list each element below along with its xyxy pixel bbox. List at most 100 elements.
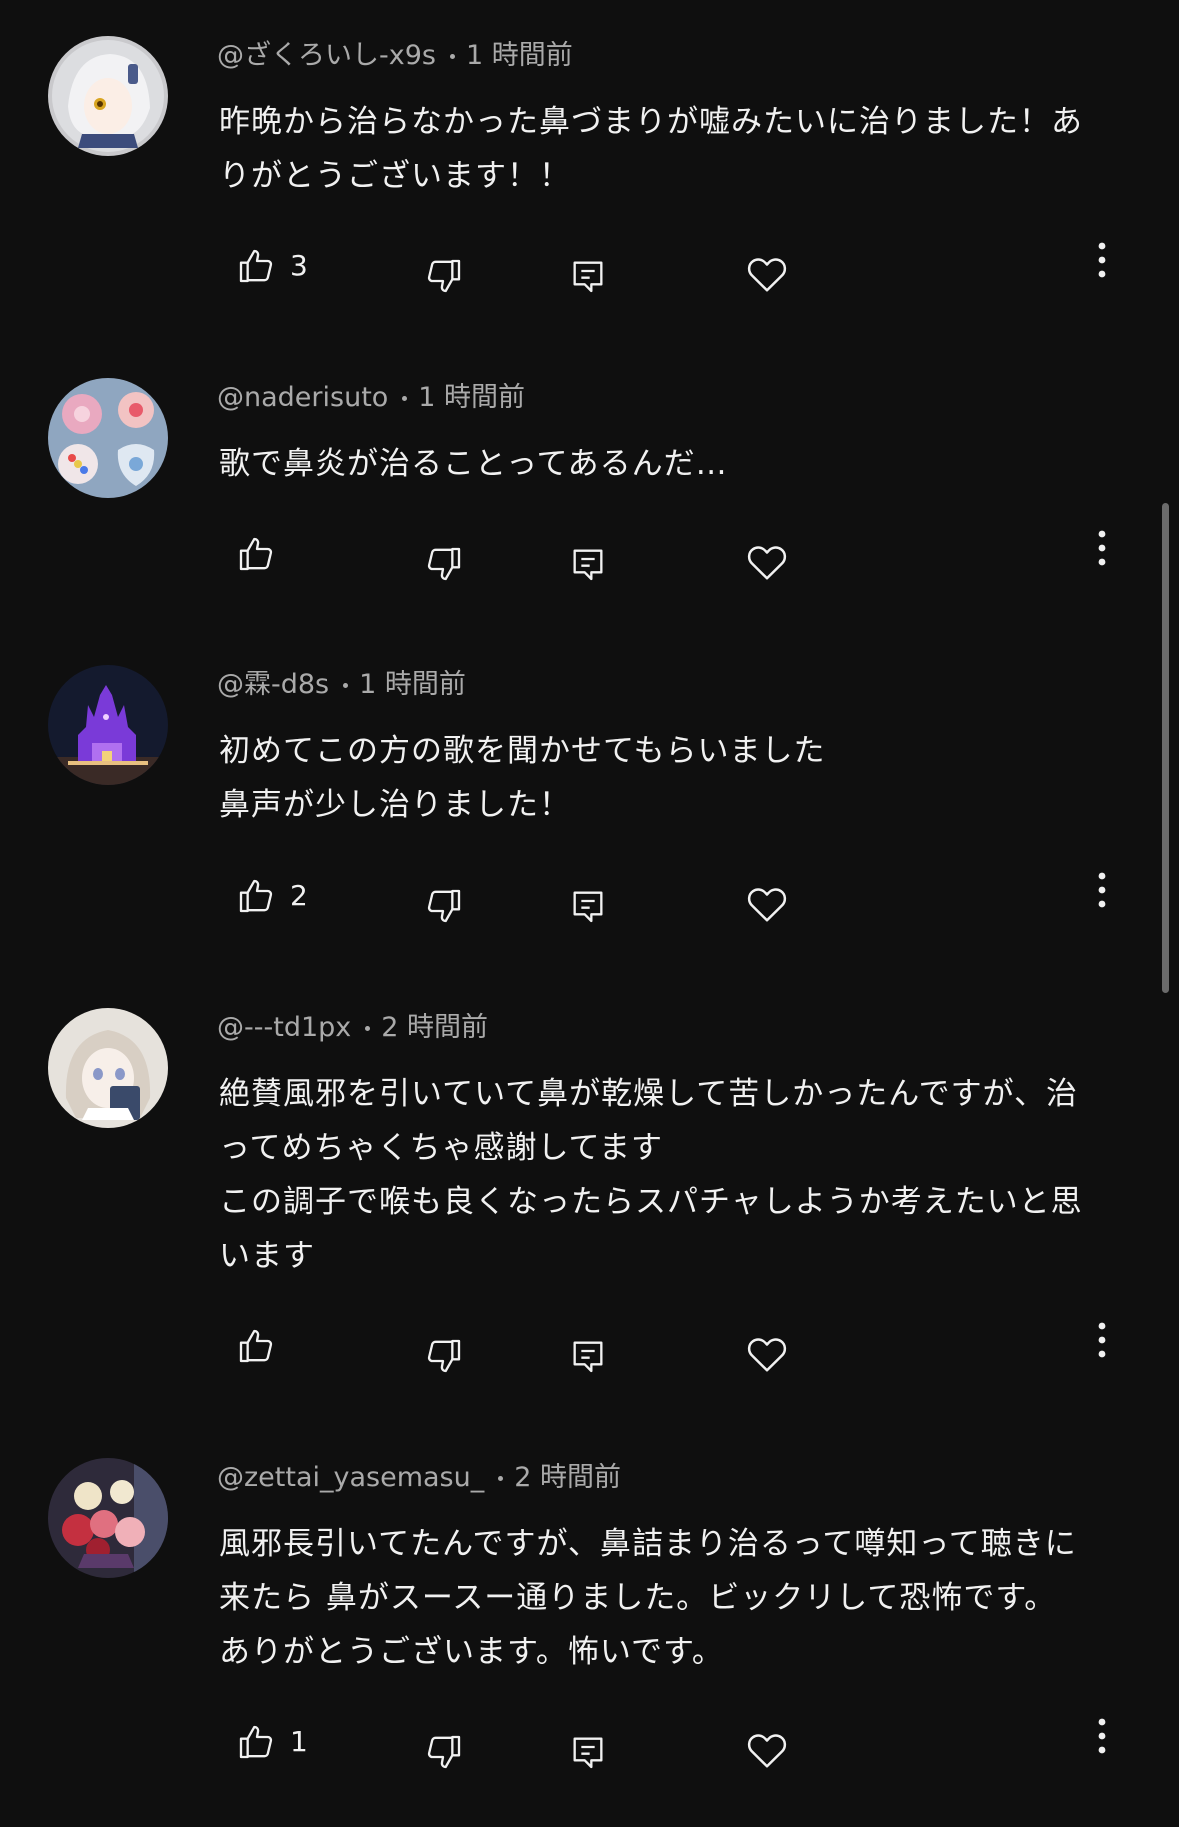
heart-icon — [744, 1727, 790, 1773]
heart-button[interactable] — [744, 1324, 790, 1384]
avatar[interactable] — [48, 1008, 168, 1128]
like-count: 3 — [290, 249, 308, 282]
reply-icon — [568, 1336, 608, 1376]
thumb-up-icon — [236, 1326, 276, 1366]
more-vert-icon — [1090, 868, 1114, 912]
more-options-button[interactable] — [1090, 1310, 1114, 1370]
comment-time[interactable]: 2 時間前 — [514, 1462, 621, 1493]
comment-line: 風邪長引いてたんですが、鼻詰まり治るって噂知って聴きに — [219, 1526, 1077, 1562]
more-options-button[interactable] — [1090, 860, 1114, 920]
comment-time[interactable]: 1 時間前 — [466, 40, 573, 71]
reply-icon — [568, 544, 608, 584]
comment-actions — [0, 1316, 1179, 1376]
reply-icon — [568, 1732, 608, 1772]
reply-button[interactable] — [568, 1326, 608, 1386]
scrollbar[interactable] — [1162, 503, 1169, 993]
dislike-button[interactable] — [424, 876, 464, 936]
comment-author[interactable]: @---td1px — [217, 1012, 351, 1043]
separator-dot — [402, 396, 408, 401]
thumb-up-icon — [236, 246, 276, 286]
thumb-down-icon — [424, 1732, 464, 1772]
thumb-down-icon — [424, 886, 464, 926]
comment-line: 絶賛風邪を引いていて鼻が乾燥して苦しかったんですが、治 — [219, 1076, 1079, 1112]
more-vert-icon — [1090, 1318, 1114, 1362]
reply-button[interactable] — [568, 876, 608, 936]
comment-time[interactable]: 2 時間前 — [381, 1012, 488, 1043]
avatar[interactable] — [48, 36, 168, 156]
thumb-down-icon — [424, 544, 464, 584]
heart-button[interactable] — [744, 532, 790, 592]
comment-line: この調子で喉も良くなったらスパチャしようか考えたいと思 — [219, 1184, 1083, 1220]
like-count: 2 — [290, 879, 308, 912]
comment-meta: @ざくろいし-x9s 1 時間前 — [217, 36, 573, 76]
thumb-up-icon — [236, 1722, 276, 1762]
comment-line: ってめちゃくちゃ感謝してます — [219, 1130, 663, 1166]
heart-icon — [744, 881, 790, 927]
comment-time[interactable]: 1 時間前 — [418, 382, 525, 413]
dislike-button[interactable] — [424, 534, 464, 594]
heart-icon — [744, 1331, 790, 1377]
heart-button[interactable] — [744, 874, 790, 934]
comment-line: 歌で鼻炎が治ることってあるんだ… — [219, 446, 728, 482]
comment-text: 初めてこの方の歌を聞かせてもらいました 鼻声が少し治りました！ — [219, 724, 1139, 832]
reply-button[interactable] — [568, 1722, 608, 1782]
separator-dot — [449, 54, 455, 59]
comment-text: 絶賛風邪を引いていて鼻が乾燥して苦しかったんですが、治 ってめちゃくちゃ感謝して… — [219, 1067, 1139, 1283]
reply-icon — [568, 886, 608, 926]
reply-icon — [568, 256, 608, 296]
like-button[interactable] — [236, 524, 290, 584]
comment-author[interactable]: @霖-d8s — [217, 669, 329, 700]
comment-author[interactable]: @naderisuto — [217, 382, 388, 413]
separator-dot — [365, 1026, 371, 1031]
comment-meta: @霖-d8s 1 時間前 — [217, 665, 466, 705]
dislike-button[interactable] — [424, 246, 464, 306]
more-options-button[interactable] — [1090, 518, 1114, 578]
dislike-button[interactable] — [424, 1326, 464, 1386]
heart-button[interactable] — [744, 244, 790, 304]
comment-time[interactable]: 1 時間前 — [359, 669, 466, 700]
comment-text: 風邪長引いてたんですが、鼻詰まり治るって噂知って聴きに 来たら 鼻がスースー通り… — [219, 1517, 1139, 1679]
comment-actions — [0, 524, 1179, 584]
heart-button[interactable] — [744, 1720, 790, 1780]
comment-actions: 1 — [0, 1712, 1179, 1772]
more-vert-icon — [1090, 238, 1114, 282]
comment-line: りがとうございます！！ — [219, 158, 571, 194]
dislike-button[interactable] — [424, 1722, 464, 1782]
like-button[interactable] — [236, 1316, 290, 1376]
reply-button[interactable] — [568, 246, 608, 306]
comment-line: 昨晩から治らなかった鼻づまりが嘘みたいに治りました！あ — [219, 104, 1083, 140]
comment-line: ありがとうございます。怖いです。 — [219, 1634, 724, 1670]
avatar[interactable] — [48, 665, 168, 785]
comment-line: 鼻声が少し治りました！ — [219, 787, 571, 823]
comment-actions: 3 — [0, 236, 1179, 296]
thumb-up-icon — [236, 534, 276, 574]
thumb-down-icon — [424, 1336, 464, 1376]
separator-dot — [343, 683, 349, 688]
comment-line: 初めてこの方の歌を聞かせてもらいました — [219, 733, 826, 769]
heart-icon — [744, 539, 790, 585]
comment-author[interactable]: @zettai_yasemasu_ — [217, 1462, 484, 1493]
avatar[interactable] — [48, 378, 168, 498]
separator-dot — [498, 1476, 504, 1481]
comment-line: 来たら 鼻がスースー通りました。ビックリして恐怖です。 — [219, 1580, 1057, 1616]
avatar[interactable] — [48, 1458, 168, 1578]
more-vert-icon — [1090, 526, 1114, 570]
comment-meta: @zettai_yasemasu_ 2 時間前 — [217, 1458, 621, 1498]
thumb-down-icon — [424, 256, 464, 296]
comment-text: 昨晩から治らなかった鼻づまりが嘘みたいに治りました！あ りがとうございます！！ — [219, 95, 1139, 203]
comment-text: 歌で鼻炎が治ることってあるんだ… — [219, 437, 1139, 491]
like-button[interactable]: 1 — [236, 1712, 308, 1772]
more-options-button[interactable] — [1090, 1706, 1114, 1766]
reply-button[interactable] — [568, 534, 608, 594]
comment-meta: @naderisuto 1 時間前 — [217, 378, 525, 418]
like-button[interactable]: 3 — [236, 236, 308, 296]
more-vert-icon — [1090, 1714, 1114, 1758]
heart-icon — [744, 251, 790, 297]
comment-meta: @---td1px 2 時間前 — [217, 1008, 488, 1048]
comment-line: います — [219, 1238, 315, 1274]
like-button[interactable]: 2 — [236, 866, 308, 926]
comment-author[interactable]: @ざくろいし-x9s — [217, 40, 436, 71]
more-options-button[interactable] — [1090, 230, 1114, 290]
like-count: 1 — [290, 1725, 308, 1758]
thumb-up-icon — [236, 876, 276, 916]
